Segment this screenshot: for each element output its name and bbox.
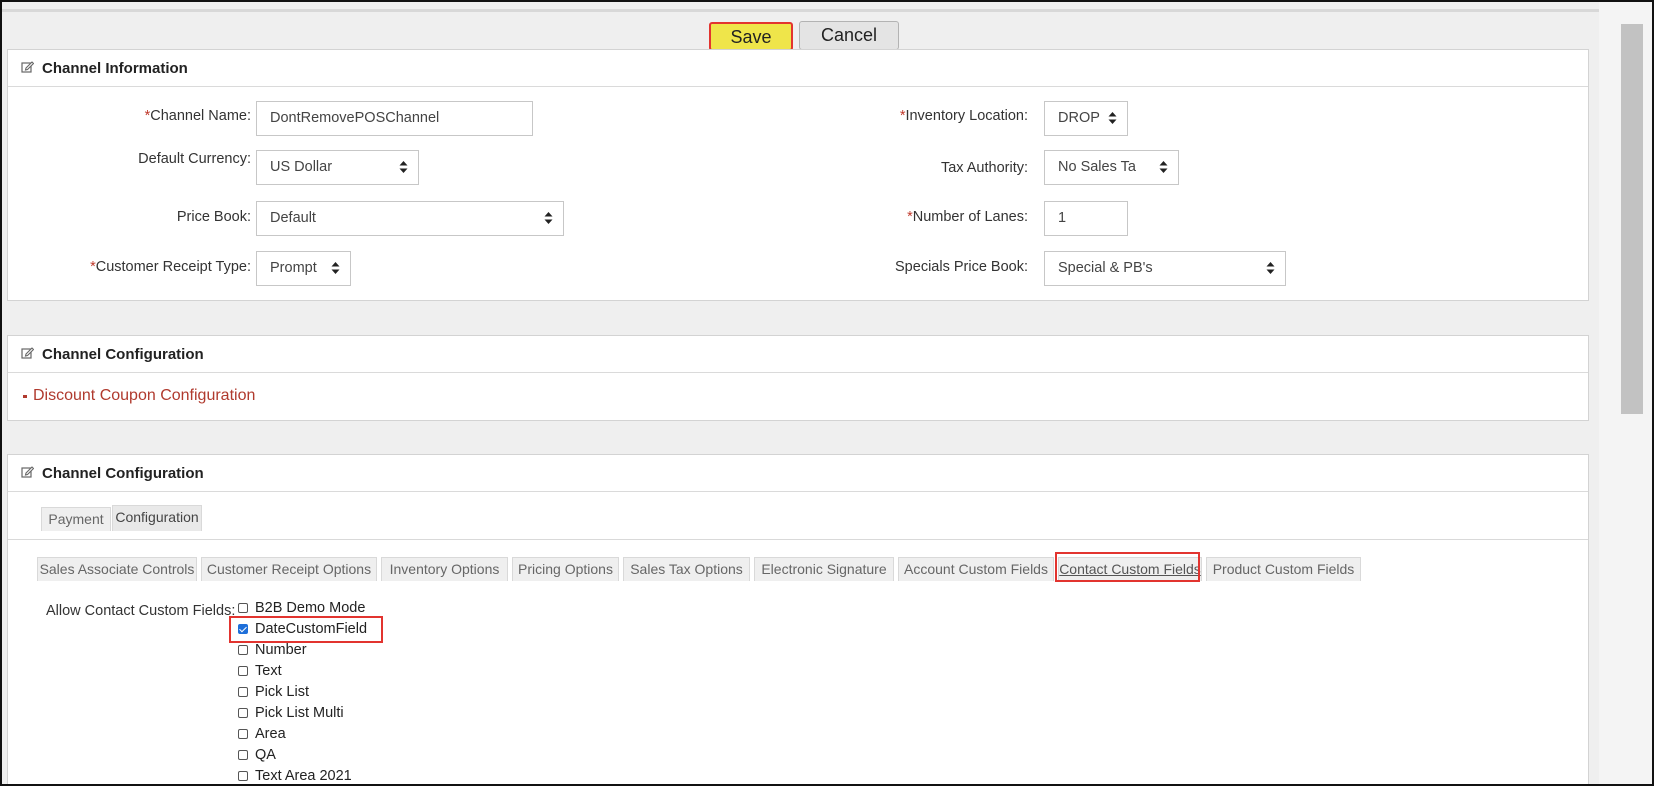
save-button[interactable]: Save (709, 22, 793, 51)
panel-title: Channel Information (42, 60, 188, 77)
subtab-inventory-options[interactable]: Inventory Options (381, 557, 508, 581)
checkbox[interactable] (238, 771, 248, 781)
subtab-sales-tax-options[interactable]: Sales Tax Options (623, 557, 750, 581)
checkbox[interactable] (238, 750, 248, 760)
scrollbar-thumb[interactable] (1621, 24, 1643, 414)
subtab-pricing-options[interactable]: Pricing Options (512, 557, 619, 581)
app-frame: Save Cancel Channel Information *Channel… (0, 0, 1654, 786)
sort-arrows-icon (1108, 112, 1117, 124)
edit-icon[interactable] (21, 60, 34, 73)
top-divider (2, 9, 1599, 12)
channel-name-input[interactable]: DontRemovePOSChannel (256, 101, 533, 136)
checkbox[interactable] (238, 687, 248, 697)
channel-configuration-panel: Channel Configuration Discount Coupon Co… (7, 335, 1589, 421)
specials-price-book-label: Specials Price Book: (895, 259, 1028, 275)
inventory-location-select[interactable]: DROP (1044, 101, 1128, 136)
subtab-customer-receipt-options[interactable]: Customer Receipt Options (201, 557, 377, 581)
panel-title: Channel Configuration (42, 346, 204, 363)
default-currency-select[interactable]: US Dollar (256, 150, 419, 185)
channel-name-label: *Channel Name: (144, 108, 251, 124)
tab-payment[interactable]: Payment (41, 507, 111, 531)
default-currency-label: Default Currency: (138, 151, 251, 167)
tab-configuration[interactable]: Configuration (112, 505, 202, 531)
inventory-location-label: *Inventory Location: (899, 108, 1028, 124)
sort-arrows-icon (1266, 262, 1275, 274)
sort-arrows-icon (544, 212, 553, 224)
number-of-lanes-label: *Number of Lanes: (907, 209, 1028, 225)
panel-header: Channel Information (8, 50, 1588, 87)
discount-coupon-configuration-link[interactable]: Discount Coupon Configuration (33, 387, 255, 405)
contact-custom-fields-highlight (1055, 552, 1200, 582)
top-tab-divider (8, 539, 1588, 540)
datecustomfield-highlight (229, 616, 383, 643)
edit-icon[interactable] (21, 465, 34, 478)
customer-receipt-type-select[interactable]: Prompt (256, 251, 351, 286)
panel-header: Channel Configuration (8, 336, 1588, 373)
checkbox[interactable] (238, 729, 248, 739)
bullet-icon (23, 395, 27, 398)
number-of-lanes-input[interactable]: 1 (1044, 201, 1128, 236)
price-book-label: Price Book: (176, 209, 251, 225)
panel-title: Channel Configuration (42, 465, 204, 482)
checkbox[interactable] (238, 645, 248, 655)
tax-authority-label: Tax Authority: (940, 160, 1028, 176)
tax-authority-select[interactable]: No Sales Ta (1044, 150, 1179, 185)
checkbox[interactable] (238, 708, 248, 718)
channel-configuration-tabs-panel: Channel Configuration Payment Configurat… (7, 454, 1589, 784)
customer-receipt-type-label: *Customer Receipt Type: (90, 259, 251, 275)
allow-contact-custom-fields-label: Allow Contact Custom Fields: (46, 603, 236, 619)
subtab-electronic-signature[interactable]: Electronic Signature (754, 557, 894, 581)
checkbox[interactable] (238, 603, 248, 613)
panel-header: Channel Configuration (8, 455, 1588, 492)
cancel-button[interactable]: Cancel (799, 21, 899, 50)
edit-icon[interactable] (21, 346, 34, 359)
specials-price-book-select[interactable]: Special & PB's (1044, 251, 1286, 286)
subtab-account-custom-fields[interactable]: Account Custom Fields (898, 557, 1054, 581)
subtab-product-custom-fields[interactable]: Product Custom Fields (1206, 557, 1361, 581)
checkbox[interactable] (238, 666, 248, 676)
channel-information-panel: Channel Information *Channel Name: DontR… (7, 49, 1589, 301)
price-book-select[interactable]: Default (256, 201, 564, 236)
sort-arrows-icon (1159, 161, 1168, 173)
subtab-sales-associate-controls[interactable]: Sales Associate Controls (37, 557, 197, 581)
sort-arrows-icon (399, 161, 408, 173)
sort-arrows-icon (331, 262, 340, 274)
